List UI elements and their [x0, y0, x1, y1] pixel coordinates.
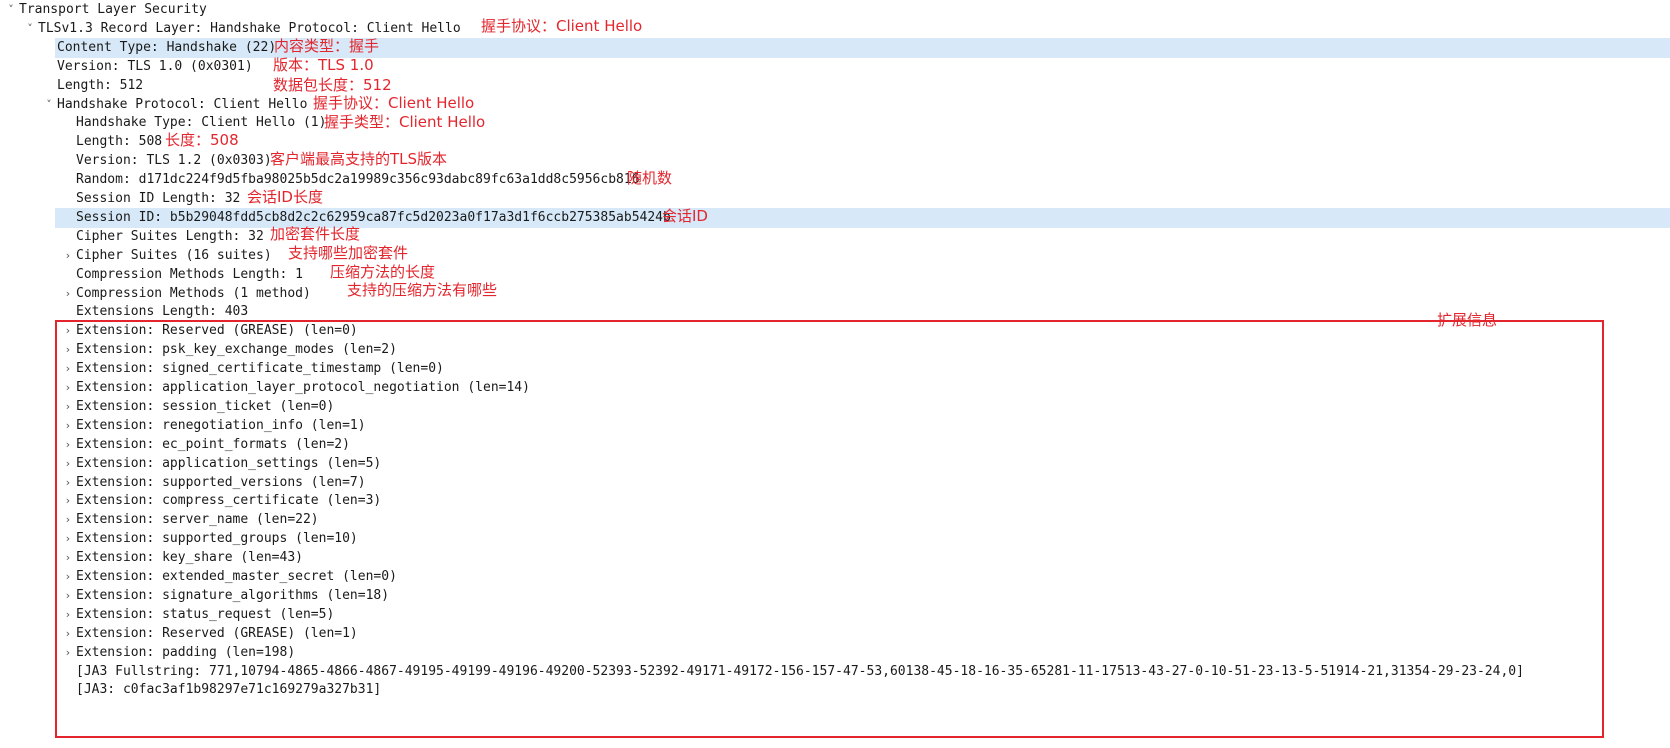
tree-row-label: Random: d171dc224f9d5fba98025b5dc2a19989…: [76, 172, 640, 188]
tree-row[interactable]: ˅ TLSv1.3 Record Layer: Handshake Protoco…: [0, 19, 1670, 39]
annotation-compression-methods-length: 压缩方法的长度: [330, 263, 436, 281]
tree-row-label: Version: TLS 1.2 (0x0303): [76, 153, 272, 169]
chevron-down-icon[interactable]: ˅: [24, 19, 36, 39]
annotation-length: 数据包长度：512: [273, 76, 392, 94]
annotation-hs-version: 客户端最高支持的TLS版本: [270, 150, 448, 168]
annotation-record-layer: 握手协议：Client Hello: [481, 17, 643, 35]
tree-row-label: Version: TLS 1.0 (0x0301): [57, 58, 253, 74]
annotation-random: 随机数: [627, 169, 673, 187]
tree-row-label: Handshake Protocol: Client Hello: [57, 96, 308, 112]
annotation-cipher-suites-length: 加密套件长度: [270, 225, 361, 243]
tree-row[interactable]: Handshake Type: Client Hello (1): [0, 113, 1670, 133]
tree-row[interactable]: Version: TLS 1.2 (0x0303): [0, 151, 1670, 171]
annotation-session-id: 会话ID: [662, 207, 708, 225]
tree-row-label: Session ID Length: 32: [76, 191, 241, 206]
chevron-down-icon[interactable]: ˅: [43, 95, 55, 115]
tree-row-label: Content Type: Handshake (22): [57, 39, 277, 55]
annotation-cipher-suites: 支持哪些加密套件: [288, 244, 409, 262]
annotation-handshake-protocol: 握手协议：Client Hello: [313, 94, 475, 112]
chevron-right-icon[interactable]: ›: [62, 284, 74, 304]
tree-row[interactable]: Length: 512: [0, 76, 1670, 96]
tree-row-label: Compression Methods (1 method): [76, 285, 311, 301]
tree-row[interactable]: Version: TLS 1.0 (0x0301): [0, 57, 1670, 77]
tree-row-label: Transport Layer Security: [19, 2, 207, 17]
chevron-right-icon[interactable]: ›: [62, 246, 74, 266]
tree-row[interactable]: Length: 508: [0, 132, 1670, 152]
annotation-content-type: 内容类型：握手: [274, 37, 380, 55]
tree-row[interactable]: › Cipher Suites (16 suites): [0, 246, 1670, 266]
annotation-version: 版本：TLS 1.0: [273, 56, 374, 74]
tree-row[interactable]: › Compression Methods (1 method): [0, 284, 1670, 304]
tree-row-label: Length: 512: [57, 77, 144, 93]
annotation-extensions: 扩展信息: [1437, 311, 1498, 329]
tree-row-label: Compression Methods Length: 1: [76, 266, 303, 282]
tree-row-label: Length: 508: [76, 134, 163, 150]
tree-row-label: Cipher Suites (16 suites): [76, 247, 272, 263]
tree-row[interactable]: ˅ Handshake Protocol: Client Hello: [0, 95, 1670, 115]
extensions-highlight-box: [55, 320, 1604, 738]
tree-row[interactable]: Cipher Suites Length: 32: [0, 227, 1670, 247]
tree-row-label: TLSv1.3 Record Layer: Handshake Protocol…: [38, 20, 461, 36]
tree-row[interactable]: Compression Methods Length: 1: [0, 265, 1670, 285]
annotation-compression-methods: 支持的压缩方法有哪些: [347, 281, 498, 299]
annotation-handshake-type: 握手类型：Client Hello: [324, 113, 486, 131]
annotation-session-id-length: 会话ID长度: [247, 188, 323, 206]
tree-row-label: Cipher Suites Length: 32: [76, 228, 264, 244]
tree-row[interactable]: ˅ Transport Layer Security: [0, 0, 1670, 20]
chevron-down-icon[interactable]: ˅: [5, 0, 17, 20]
annotation-hs-length: 长度：508: [165, 131, 239, 149]
tree-row-label: Session ID: b5b29048fdd5cb8d2c2c62959ca8…: [76, 209, 671, 225]
